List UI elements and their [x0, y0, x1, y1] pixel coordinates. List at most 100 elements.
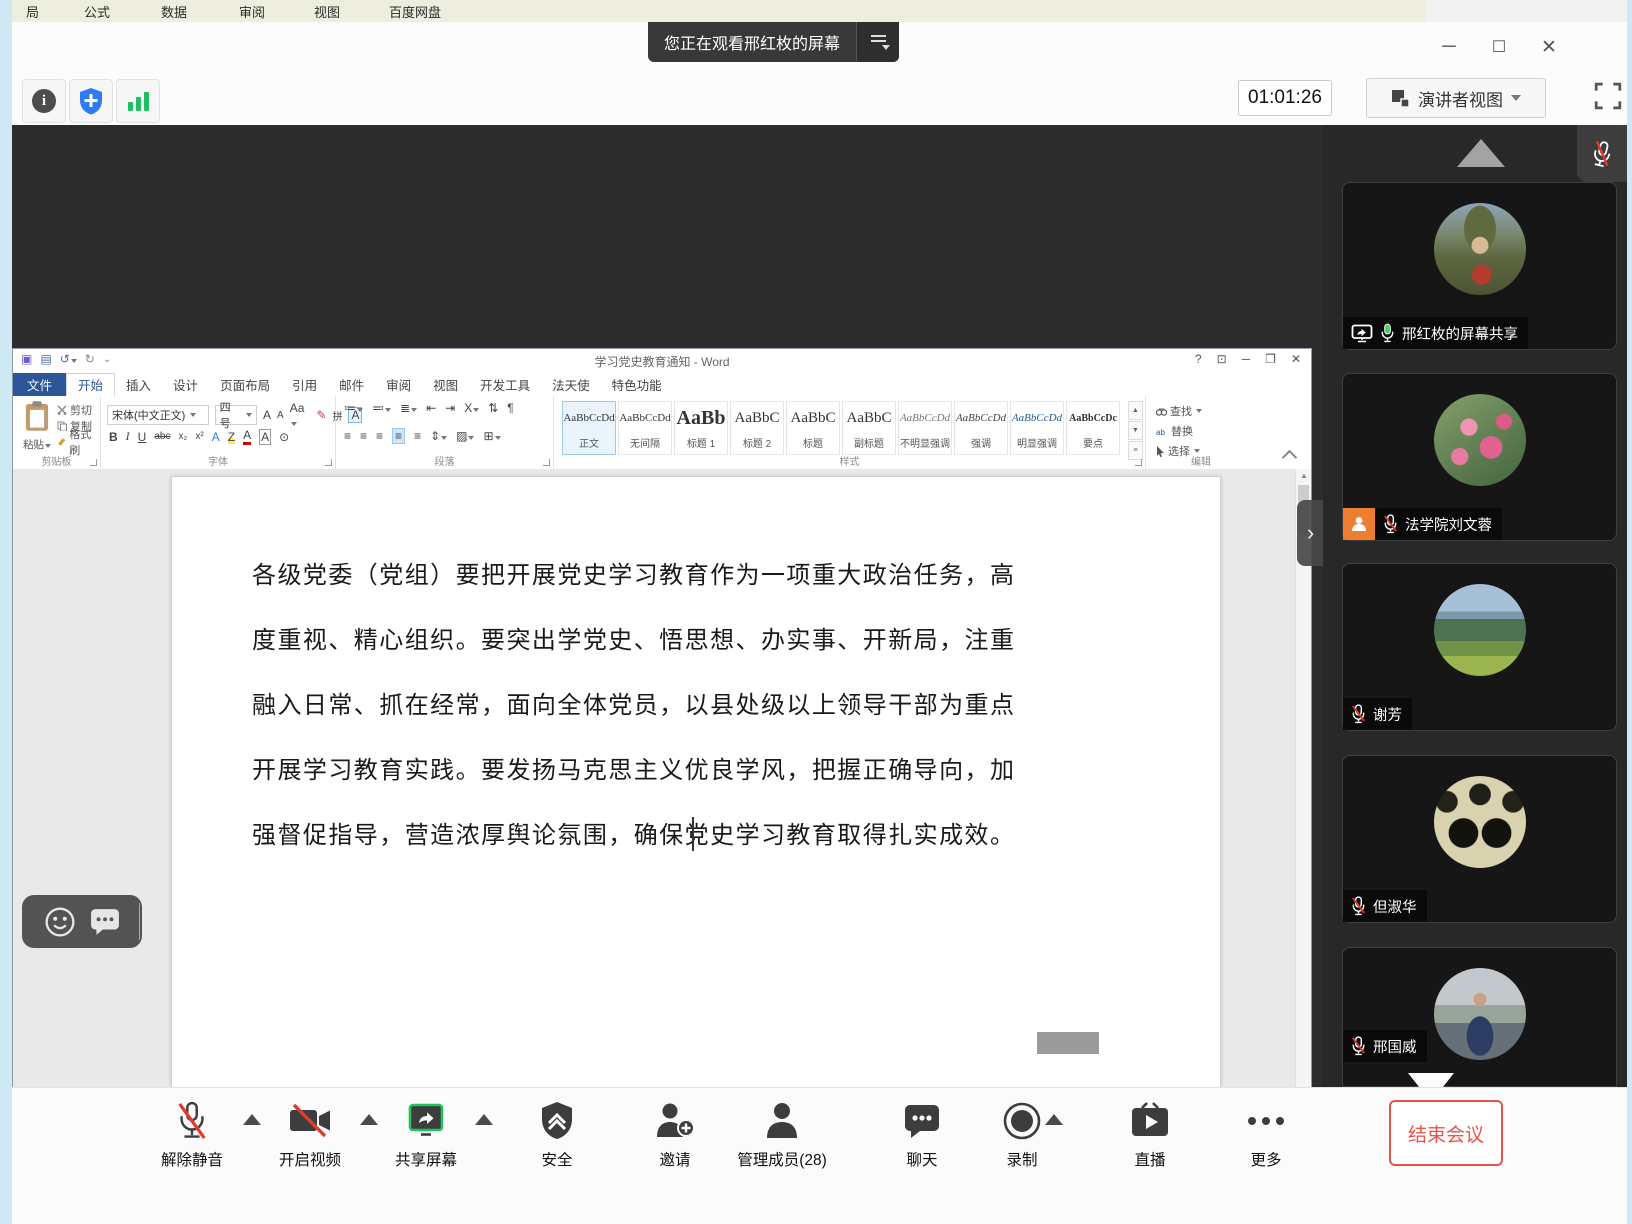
styles-scroll-up[interactable]: ▲ [1128, 401, 1143, 420]
participant-tile[interactable]: 邢国威 [1342, 947, 1617, 1087]
multilevel-list-icon[interactable]: ≣ [400, 401, 417, 415]
distribute-icon[interactable]: ≡ [414, 429, 421, 443]
meeting-info-button[interactable]: i [22, 79, 66, 123]
menu-item[interactable]: 百度网盘 [389, 2, 441, 21]
collapse-ribbon-icon[interactable] [1282, 450, 1298, 466]
shrink-font-icon[interactable]: A [277, 410, 284, 421]
smiley-icon[interactable] [44, 906, 76, 938]
record-button[interactable]: 录制 [974, 1098, 1070, 1170]
bold-icon[interactable]: B [109, 430, 118, 444]
align-left-icon[interactable]: ≡ [344, 429, 351, 443]
tab-fatianshi[interactable]: 法天使 [541, 373, 601, 396]
record-options-caret[interactable] [1045, 1114, 1063, 1125]
banner-menu-button[interactable] [856, 22, 899, 62]
line-spacing-icon[interactable]: ⇕ [430, 429, 447, 443]
justify-icon[interactable]: ≡ [392, 428, 405, 444]
tab-file[interactable]: 文件 [13, 373, 66, 396]
view-mode-button[interactable]: 演讲者视图 [1366, 78, 1546, 118]
tab-review[interactable]: 审阅 [375, 373, 422, 396]
dialog-launcher-icon[interactable] [1135, 459, 1142, 466]
paste-button[interactable]: 粘贴 [23, 400, 51, 452]
corner-mic-muted[interactable] [1577, 125, 1627, 182]
show-marks-icon[interactable]: ¶ [507, 401, 513, 415]
subscript-icon[interactable]: x₂ [178, 431, 187, 442]
sidebar-collapse-handle[interactable]: › [1297, 500, 1324, 566]
share-options-caret[interactable] [475, 1114, 493, 1125]
dialog-launcher-icon[interactable] [325, 459, 332, 466]
end-meeting-button[interactable]: 结束会议 [1389, 1100, 1503, 1166]
network-quality-button[interactable] [116, 79, 160, 123]
word-scrollbar[interactable]: ▲ ▼ [1295, 469, 1311, 1135]
style-item[interactable]: AaBbCcDd无间隔 [618, 401, 672, 455]
style-item[interactable]: AaBbC标题 2 [730, 401, 784, 455]
font-name-select[interactable]: 宋体(中文正文) [107, 405, 209, 425]
style-item[interactable]: AaBb标题 1 [674, 401, 728, 455]
number-list-icon[interactable]: ≕ [372, 401, 391, 415]
increase-indent-icon[interactable]: ⇥ [445, 401, 455, 415]
more-button[interactable]: 更多 [1218, 1098, 1314, 1170]
menu-item[interactable]: 审阅 [239, 2, 265, 21]
unmute-button[interactable]: 解除静音 [144, 1098, 240, 1170]
tab-references[interactable]: 引用 [281, 373, 328, 396]
help-icon[interactable]: ? [1195, 352, 1202, 366]
scroll-up-icon[interactable]: ▲ [1296, 471, 1312, 480]
security-shield-button[interactable] [69, 79, 113, 123]
bullet-list-icon[interactable]: ≔ [344, 401, 363, 415]
tab-insert[interactable]: 插入 [115, 373, 162, 396]
fullscreen-button[interactable] [1594, 82, 1624, 112]
shading-icon[interactable]: ▨ [456, 429, 474, 443]
tab-design[interactable]: 设计 [162, 373, 209, 396]
start-video-button[interactable]: 开启视频 [262, 1098, 358, 1170]
word-close-icon[interactable]: ✕ [1291, 352, 1301, 366]
sort-icon[interactable]: ⇅ [488, 401, 498, 415]
style-item[interactable]: AaBbCcDd正文 [562, 401, 616, 455]
live-stream-button[interactable]: 直播 [1102, 1098, 1198, 1170]
highlight-icon[interactable]: Z [228, 430, 235, 444]
document-page[interactable]: 各级党委（党组）要把开展党史学习教育作为一项重大政治任务，高 度重视、精心组织。… [171, 476, 1221, 1106]
text-effects-icon[interactable]: A [212, 430, 220, 444]
asian-layout-icon[interactable]: X [464, 401, 479, 415]
tab-view[interactable]: 视图 [422, 373, 469, 396]
style-item[interactable]: AaBbCcDd不明显强调 [898, 401, 952, 455]
tab-special-features[interactable]: 特色功能 [601, 373, 673, 396]
superscript-icon[interactable]: x² [195, 431, 203, 442]
style-item[interactable]: AaBbC标题 [786, 401, 840, 455]
minimize-button[interactable]: ─ [1432, 30, 1466, 64]
style-item[interactable]: AaBbCcDd强调 [954, 401, 1008, 455]
character-shading-icon[interactable]: A [259, 429, 271, 445]
reactions-widget[interactable] [22, 895, 142, 948]
participant-tile[interactable]: 邢红枚的屏幕共享 [1342, 182, 1617, 350]
clear-format-icon[interactable]: ✎ [316, 408, 326, 422]
cut-button[interactable]: 剪切 [57, 402, 100, 418]
manage-members-button[interactable]: 管理成员(28) [717, 1098, 847, 1170]
tab-developer[interactable]: 开发工具 [469, 373, 541, 396]
word-minimize-icon[interactable]: ─ [1242, 352, 1251, 366]
font-color-icon[interactable]: A [243, 428, 251, 445]
word-restore-icon[interactable]: ❐ [1265, 352, 1276, 366]
style-item[interactable]: AaBbC副标题 [842, 401, 896, 455]
borders-icon[interactable]: ⊞ [483, 429, 500, 443]
styles-scroll-down[interactable]: ▼ [1128, 421, 1143, 440]
chat-bubble-icon[interactable] [90, 908, 120, 936]
align-right-icon[interactable]: ≡ [376, 429, 383, 443]
chat-button[interactable]: 聊天 [874, 1098, 970, 1170]
tab-page-layout[interactable]: 页面布局 [209, 373, 281, 396]
menu-item[interactable]: 视图 [314, 2, 340, 21]
style-item[interactable]: AaBbCcDc要点 [1066, 401, 1120, 455]
tab-home[interactable]: 开始 [66, 373, 115, 396]
style-item[interactable]: AaBbCcDd明显强调 [1010, 401, 1064, 455]
participant-tile[interactable]: 但淑华 [1342, 755, 1617, 923]
security-button[interactable]: 安全 [509, 1098, 605, 1170]
format-painter-button[interactable]: 格式刷 [57, 434, 100, 450]
enclose-characters-icon[interactable]: ⊙ [279, 430, 289, 444]
grow-font-icon[interactable]: A [263, 408, 271, 422]
share-screen-button[interactable]: 共享屏幕 [378, 1098, 474, 1170]
decrease-indent-icon[interactable]: ⇤ [426, 401, 436, 415]
mic-options-caret[interactable] [243, 1114, 261, 1125]
menu-item[interactable]: 局 [26, 2, 39, 21]
strikethrough-icon[interactable]: abc [154, 431, 170, 442]
participant-tile[interactable]: 谢芳 [1342, 563, 1617, 731]
font-size-select[interactable]: 四号 [215, 405, 257, 425]
ribbon-options-icon[interactable]: ⊡ [1217, 352, 1227, 366]
dialog-launcher-icon[interactable] [543, 459, 550, 466]
